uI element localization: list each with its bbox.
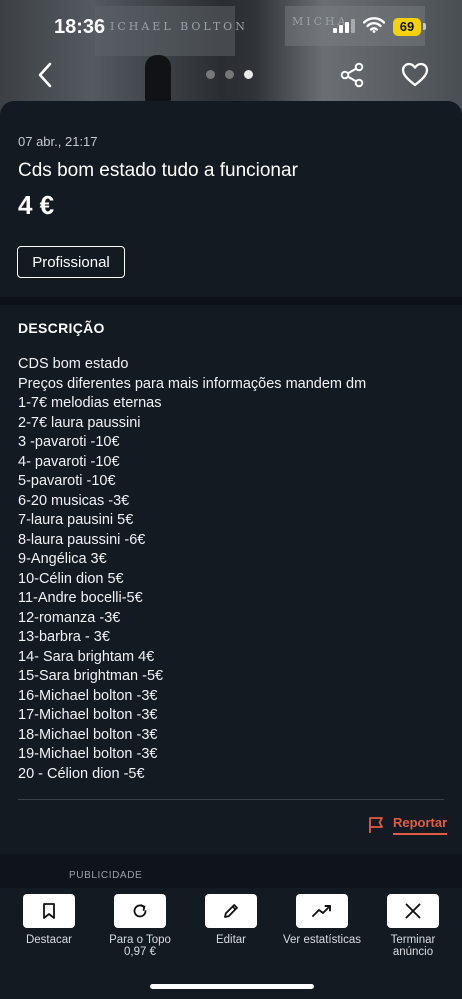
description-line: 19-Michael bolton -3€ — [18, 746, 158, 762]
statistics-label: Ver estatísticas — [283, 934, 361, 946]
end-listing-label: Terminar — [390, 934, 436, 946]
hero-person-silhouette — [145, 55, 171, 103]
bump-to-top-action[interactable]: Para o Topo 0,97 € — [100, 894, 180, 958]
description-line: 17-Michael bolton -3€ — [18, 707, 158, 723]
description-line: 7-laura pausini 5€ — [18, 512, 134, 528]
description-line: 20 - Célion dion -5€ — [18, 765, 145, 782]
status-time: 18:36 — [54, 16, 106, 38]
back-button[interactable] — [30, 60, 60, 90]
refresh-icon — [133, 904, 147, 918]
description-line: 15-Sara brightman -5€ — [18, 668, 164, 684]
end-listing-label-line2: anúncio — [392, 946, 434, 958]
description-line: CDS bom estado — [18, 356, 129, 372]
listing-title: Cds bom estado tudo a funcionar — [18, 160, 298, 181]
description-line: 8-laura paussini -6€ — [18, 531, 146, 548]
edit-button[interactable] — [205, 894, 257, 928]
description-heading: DESCRIÇÃO — [18, 320, 105, 336]
listing-price: 4 € — [18, 190, 55, 220]
pager-dot[interactable] — [225, 70, 234, 79]
description-line: 12-romanza -3€ — [18, 609, 121, 626]
section-separator — [0, 297, 462, 305]
trend-up-icon — [312, 905, 331, 917]
description-line: 18-Michael bolton -3€ — [18, 726, 158, 743]
cellular-signal-icon — [333, 19, 355, 33]
heart-icon — [401, 62, 429, 87]
highlight-label: Destacar — [25, 934, 73, 946]
home-indicator[interactable] — [150, 984, 314, 989]
highlight-action[interactable]: Destacar — [9, 894, 89, 946]
close-icon — [405, 903, 421, 919]
pager-dot[interactable] — [206, 70, 215, 79]
posted-date: 07 abr., 21:17 — [18, 134, 98, 149]
description-line: 9-Angélica 3€ — [18, 551, 107, 567]
description-text: CDS bom estado Preços diferentes para mai… — [18, 355, 366, 784]
wifi-icon — [363, 17, 385, 33]
pager-dot-active[interactable] — [244, 70, 253, 79]
bump-to-top-button[interactable] — [114, 894, 166, 928]
share-button[interactable] — [337, 60, 367, 90]
description-line: 10-Célin dion 5€ — [18, 570, 124, 587]
bump-to-top-label: Para o Topo — [109, 934, 171, 946]
battery-icon: 69 — [393, 18, 421, 36]
listing-summary: 07 abr., 21:17 Cds bom estado tudo a fun… — [0, 101, 462, 297]
report-label: Reportar — [393, 815, 448, 835]
edit-label: Editar — [215, 934, 247, 946]
report-link[interactable]: Reportar — [367, 815, 448, 835]
photo-pager[interactable] — [206, 70, 253, 79]
description-line: 5-pavaroti -10€ — [18, 473, 116, 489]
back-icon — [38, 62, 52, 88]
end-listing-button[interactable] — [387, 894, 439, 928]
highlight-button[interactable] — [23, 894, 75, 928]
bump-to-top-price: 0,97 € — [124, 946, 156, 958]
status-bar: 18:36 69 — [0, 0, 462, 54]
statistics-button[interactable] — [296, 894, 348, 928]
description-line: 3 -pavaroti -10€ — [18, 434, 120, 450]
description-line: 13-barbra - 3€ — [18, 629, 110, 645]
statistics-action[interactable]: Ver estatísticas — [282, 894, 362, 946]
owner-action-bar: Destacar Para o Topo 0,97 € Editar Ver e — [0, 888, 462, 999]
description-line: 16-Michael bolton -3€ — [18, 687, 158, 704]
bookmark-icon — [43, 903, 55, 919]
description-line: Preços diferentes para mais informações … — [18, 375, 367, 392]
description-line: 6-20 musicas -3€ — [18, 492, 130, 509]
description-section: DESCRIÇÃO CDS bom estado Preços diferente… — [0, 305, 462, 854]
favorite-button[interactable] — [400, 60, 430, 90]
end-listing-action[interactable]: Terminar anúncio — [373, 894, 453, 958]
divider — [18, 799, 444, 800]
description-line: 14- Sara brightam 4€ — [18, 648, 155, 665]
flag-icon — [369, 817, 383, 833]
description-line: 2-7€ laura paussini — [18, 414, 141, 431]
ad-label: PUBLICIDADE — [69, 870, 143, 881]
share-icon — [340, 62, 364, 88]
description-line: 4- pavaroti -10€ — [18, 453, 120, 470]
pencil-icon — [224, 904, 238, 918]
description-line: 11-Andre bocelli-5€ — [18, 590, 143, 606]
ad-section: PUBLICIDADE — [0, 854, 462, 888]
description-line: 1-7€ melodias eternas — [18, 395, 162, 411]
seller-type-badge: Profissional — [17, 246, 125, 278]
battery-tip — [423, 23, 426, 30]
edit-action[interactable]: Editar — [191, 894, 271, 946]
